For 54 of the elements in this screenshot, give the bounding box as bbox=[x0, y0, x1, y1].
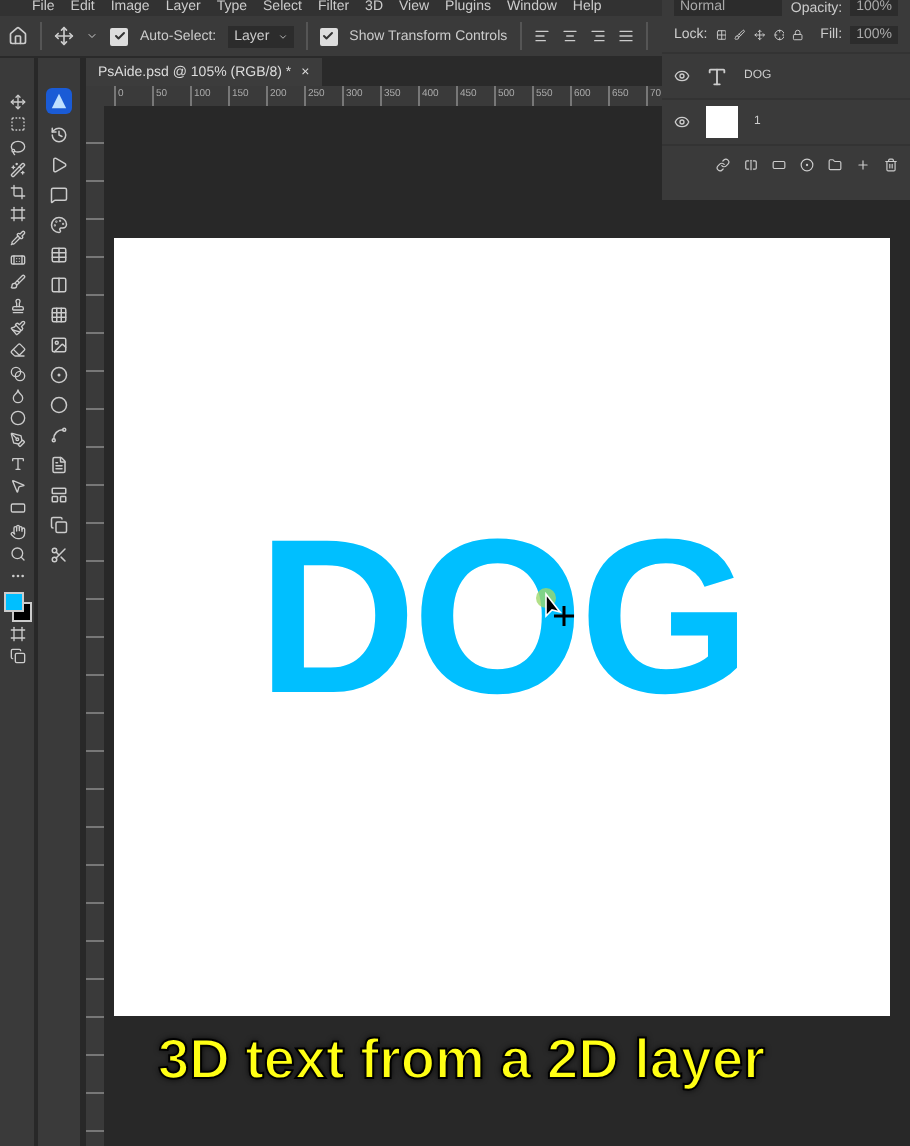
grid-icon[interactable] bbox=[50, 306, 68, 324]
marquee-icon[interactable] bbox=[9, 116, 25, 133]
crop-icon[interactable] bbox=[9, 184, 25, 201]
table-icon[interactable] bbox=[50, 246, 68, 264]
pen-icon[interactable] bbox=[9, 432, 25, 449]
cursor-icon bbox=[534, 586, 578, 630]
text-layer-icon[interactable] bbox=[706, 65, 728, 87]
hand-icon[interactable] bbox=[9, 523, 25, 540]
color-swatches[interactable] bbox=[4, 591, 30, 620]
pointer-icon[interactable] bbox=[9, 478, 25, 495]
brush-icon[interactable] bbox=[9, 274, 25, 291]
lock-paint-icon[interactable] bbox=[734, 27, 747, 41]
caret-icon bbox=[277, 31, 288, 41]
home-icon[interactable] bbox=[8, 26, 28, 46]
caret-icon[interactable] bbox=[86, 30, 98, 42]
eraser-icon[interactable] bbox=[9, 342, 25, 359]
play-icon[interactable] bbox=[50, 156, 68, 174]
trash-icon[interactable] bbox=[884, 158, 898, 172]
distribute-icon[interactable] bbox=[617, 28, 634, 44]
caption: 3D text from a 2D layer bbox=[158, 1028, 767, 1092]
eyedropper-icon[interactable] bbox=[9, 229, 25, 246]
frame-icon[interactable] bbox=[9, 206, 25, 223]
folder-icon[interactable] bbox=[828, 158, 842, 172]
align-right-icon[interactable] bbox=[589, 28, 606, 44]
align-left-icon[interactable] bbox=[533, 28, 550, 44]
palette-icon[interactable] bbox=[50, 216, 68, 234]
align-center-icon[interactable] bbox=[561, 28, 578, 44]
zoom-icon[interactable] bbox=[9, 545, 25, 562]
lock-pixels-icon[interactable] bbox=[715, 27, 727, 41]
paintbrush-icon[interactable] bbox=[9, 319, 25, 336]
move-icon[interactable] bbox=[54, 26, 74, 46]
droplet-icon[interactable] bbox=[9, 387, 25, 404]
checkbox[interactable] bbox=[110, 27, 128, 45]
app-logo-icon[interactable] bbox=[46, 88, 72, 114]
wand-icon[interactable] bbox=[9, 161, 25, 178]
lock-icon[interactable] bbox=[792, 27, 805, 41]
new-layer-icon[interactable] bbox=[856, 158, 870, 172]
lock-position-icon[interactable] bbox=[754, 27, 766, 41]
history-icon[interactable] bbox=[50, 126, 68, 144]
move-icon[interactable] bbox=[9, 94, 25, 110]
layer-thumbnail bbox=[706, 106, 738, 138]
checkbox[interactable] bbox=[319, 27, 338, 45]
visibility-icon[interactable] bbox=[674, 68, 690, 84]
bandage-icon[interactable] bbox=[9, 252, 25, 269]
stamp-icon[interactable] bbox=[9, 297, 25, 314]
scissors-icon[interactable] bbox=[50, 546, 68, 564]
lasso-icon[interactable] bbox=[9, 139, 25, 156]
link-icon[interactable] bbox=[716, 158, 730, 172]
comment-icon[interactable] bbox=[50, 186, 68, 204]
rectangle-icon[interactable] bbox=[9, 500, 25, 517]
paths-icon[interactable] bbox=[50, 426, 68, 444]
image-icon[interactable] bbox=[50, 336, 68, 354]
type-icon[interactable] bbox=[9, 455, 25, 472]
visibility-icon[interactable] bbox=[674, 114, 690, 130]
